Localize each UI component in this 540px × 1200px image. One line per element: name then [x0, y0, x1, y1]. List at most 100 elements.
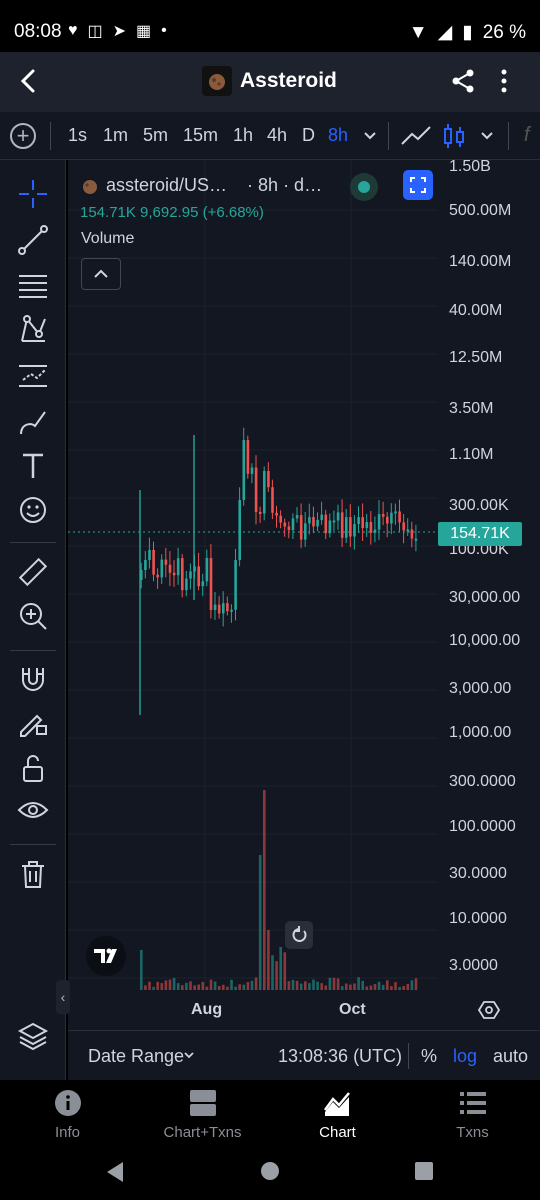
ruler-icon[interactable] [17, 556, 49, 588]
market-status-indicator[interactable] [350, 173, 378, 201]
date-range-button[interactable]: Date Range [88, 1046, 184, 1067]
settings-icon[interactable] [478, 999, 500, 1021]
more-options-icon[interactable] [498, 68, 510, 94]
candle [254, 467, 258, 512]
auto-scale-toggle[interactable]: auto [493, 1046, 528, 1067]
candle [353, 524, 356, 537]
volume-bar [258, 855, 262, 990]
crosshair-icon[interactable] [17, 178, 49, 210]
collapse-toolbar-button[interactable]: ‹ [56, 980, 70, 1014]
legend-symbol: assteroid/US… [106, 175, 228, 195]
volume-bar [365, 986, 369, 990]
candle [373, 529, 377, 533]
brush-icon[interactable] [17, 406, 49, 438]
prediction-icon[interactable] [17, 360, 49, 392]
candle [349, 517, 352, 537]
volume-bar [144, 985, 147, 990]
volume-bar [299, 983, 303, 990]
timeframe-1h[interactable]: 1h [233, 125, 253, 146]
add-symbol-icon[interactable]: + [10, 123, 36, 149]
candle [275, 512, 278, 516]
emoji-icon[interactable] [17, 494, 49, 526]
layers-icon[interactable] [17, 1020, 49, 1052]
candle [267, 471, 270, 488]
candle [361, 517, 364, 529]
recents-square-icon[interactable] [414, 1161, 434, 1181]
timeframe-d[interactable]: D [302, 125, 315, 146]
fullscreen-button[interactable] [403, 170, 433, 200]
volume-bar [394, 982, 397, 990]
chart-legend[interactable]: assteroid/US… · 8h · d… [80, 175, 322, 196]
candle [386, 516, 389, 524]
fullscreen-icon [410, 177, 426, 193]
candle [222, 603, 225, 614]
share-icon[interactable] [450, 68, 476, 94]
tradingview-logo[interactable] [86, 936, 126, 976]
price-axis-label: 140.00M [449, 253, 512, 270]
tab-info[interactable]: Info [0, 1088, 135, 1141]
candle [271, 487, 274, 513]
zoom-in-icon[interactable] [17, 600, 49, 632]
chevron-down-icon[interactable] [479, 129, 495, 143]
text-icon[interactable] [17, 450, 49, 482]
volume-bar [287, 981, 291, 990]
candle [168, 564, 172, 573]
list-icon [459, 1092, 486, 1114]
unlock-icon[interactable] [17, 752, 49, 784]
candle [258, 511, 262, 514]
utc-clock[interactable]: 13:08:36 (UTC) [278, 1046, 402, 1067]
volume-bar [369, 985, 373, 990]
timeframe-4h[interactable]: 4h [267, 125, 287, 146]
price-axis-label: 30,000.00 [449, 589, 521, 606]
chart-bottom-bar: Date Range 13:08:36 (UTC) % log auto [68, 1030, 540, 1080]
info-icon [54, 1090, 81, 1116]
candle [176, 558, 180, 576]
time-axis-label: Oct [339, 1001, 366, 1018]
collapse-legend-button[interactable] [81, 258, 121, 290]
timeframe-1m[interactable]: 1m [103, 125, 128, 146]
candle [340, 512, 344, 538]
lock-drawing-icon[interactable] [17, 706, 49, 738]
candles-icon[interactable] [442, 122, 466, 150]
price-axis-label: 12.50M [449, 349, 503, 366]
trend-line-icon[interactable] [17, 224, 49, 256]
timeframe-5m[interactable]: 5m [143, 125, 168, 146]
chevron-down-icon[interactable] [182, 1050, 196, 1062]
candle [394, 511, 397, 514]
candle [345, 517, 348, 538]
volume-bar [193, 985, 196, 990]
price-axis-label: 10,000.00 [449, 632, 521, 649]
tab-chart[interactable]: Chart [270, 1088, 405, 1141]
reset-icon [292, 926, 307, 942]
back-icon[interactable] [14, 66, 44, 96]
tab-chart-txns[interactable]: Chart+Txns [135, 1088, 270, 1141]
log-scale-toggle[interactable]: log [453, 1046, 477, 1067]
page-title: Assteroid [240, 69, 337, 92]
timeframe-15m[interactable]: 15m [183, 125, 218, 146]
back-triangle-icon[interactable] [104, 1160, 126, 1184]
candle [402, 522, 405, 531]
percent-scale-toggle[interactable]: % [421, 1046, 437, 1067]
fib-retracement-icon[interactable] [17, 270, 49, 302]
candle [172, 572, 176, 576]
home-circle-icon[interactable] [259, 1160, 281, 1182]
volume-bar [242, 984, 246, 990]
volume-axis-label: 10.0000 [449, 910, 507, 927]
candle [238, 500, 241, 560]
eye-icon[interactable] [17, 796, 49, 828]
line-chart-type-icon[interactable] [400, 124, 432, 148]
candle [209, 558, 213, 610]
timeframe-8h[interactable]: 8h [328, 125, 348, 146]
volume-bar [176, 983, 180, 990]
price-axis-label: 3,000.00 [449, 680, 512, 697]
trash-icon[interactable] [17, 858, 49, 890]
current-price-tag: 154.71K [438, 522, 522, 546]
timeframe-1s[interactable]: 1s [68, 125, 87, 146]
reset-chart-button[interactable] [285, 921, 313, 949]
volume-bar [148, 981, 151, 990]
pattern-icon[interactable] [17, 314, 49, 346]
magnet-icon[interactable] [17, 662, 49, 694]
indicators-icon[interactable]: f [524, 124, 530, 147]
tab-txns[interactable]: Txns [405, 1088, 540, 1141]
chevron-down-icon[interactable] [362, 129, 378, 143]
